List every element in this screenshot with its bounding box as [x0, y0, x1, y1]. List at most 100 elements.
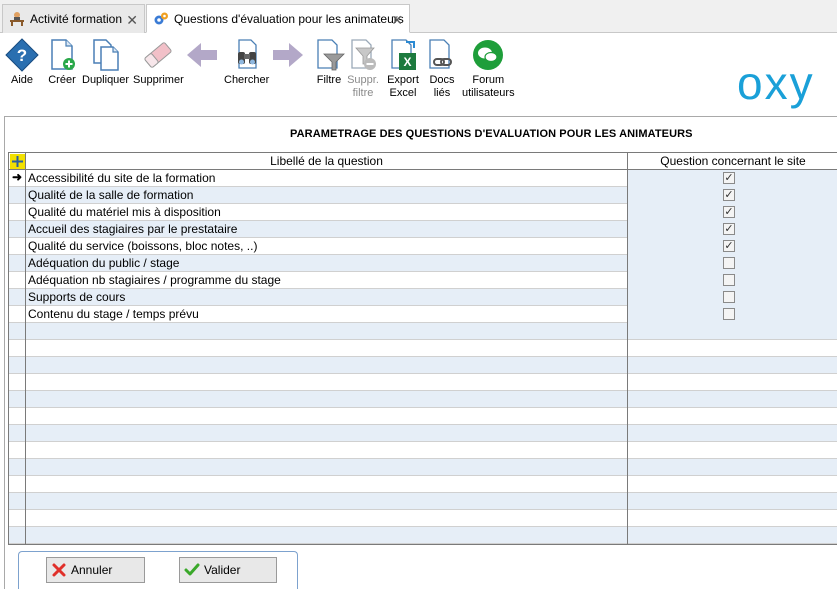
site-checkbox-cell[interactable]: [628, 493, 837, 510]
export-excel-button[interactable]: X Export Excel: [386, 38, 420, 100]
row-indicator[interactable]: [9, 238, 26, 255]
table-row[interactable]: [9, 442, 837, 459]
column-header-libelle[interactable]: Libellé de la question: [26, 153, 628, 170]
row-indicator[interactable]: [9, 221, 26, 238]
table-row[interactable]: [9, 374, 837, 391]
table-row[interactable]: Adéquation nb stagiaires / programme du …: [9, 272, 837, 289]
table-row[interactable]: Qualité du service (boissons, bloc notes…: [9, 238, 837, 255]
question-label-cell[interactable]: [26, 374, 628, 391]
table-row[interactable]: Accueil des stagiaires par le prestatair…: [9, 221, 837, 238]
row-indicator[interactable]: [9, 289, 26, 306]
question-label-cell[interactable]: [26, 476, 628, 493]
site-checkbox-cell[interactable]: [628, 323, 837, 340]
docs-lies-button[interactable]: Docs liés: [425, 38, 459, 100]
table-row[interactable]: [9, 408, 837, 425]
row-indicator[interactable]: [9, 204, 26, 221]
site-checkbox-cell[interactable]: [628, 255, 837, 272]
site-checkbox-cell[interactable]: ✓: [628, 187, 837, 204]
site-checkbox[interactable]: [723, 291, 735, 303]
aide-button[interactable]: ? Aide: [5, 38, 39, 87]
row-indicator[interactable]: [9, 493, 26, 510]
row-indicator[interactable]: [9, 510, 26, 527]
site-checkbox-cell[interactable]: [628, 442, 837, 459]
close-icon[interactable]: ✕: [126, 12, 138, 29]
site-checkbox-cell[interactable]: [628, 340, 837, 357]
site-checkbox[interactable]: ✓: [723, 206, 735, 218]
question-label-cell[interactable]: Accueil des stagiaires par le prestatair…: [26, 221, 628, 238]
suppr-filtre-button[interactable]: Suppr. filtre: [346, 38, 380, 100]
forum-utilisateurs-button[interactable]: Forum utilisateurs: [462, 38, 515, 100]
previous-button[interactable]: [185, 38, 219, 74]
question-label-cell[interactable]: Supports de cours: [26, 289, 628, 306]
question-label-cell[interactable]: Adéquation nb stagiaires / programme du …: [26, 272, 628, 289]
column-header-site[interactable]: Question concernant le site: [628, 153, 837, 170]
dupliquer-button[interactable]: Dupliquer: [82, 38, 129, 87]
site-checkbox-cell[interactable]: [628, 289, 837, 306]
table-row[interactable]: Adéquation du public / stage: [9, 255, 837, 272]
row-indicator[interactable]: [9, 459, 26, 476]
site-checkbox-cell[interactable]: [628, 425, 837, 442]
site-checkbox-cell[interactable]: [628, 510, 837, 527]
annuler-button[interactable]: Annuler: [46, 557, 145, 583]
site-checkbox-cell[interactable]: ✓: [628, 221, 837, 238]
table-row[interactable]: [9, 527, 837, 544]
site-checkbox-cell[interactable]: [628, 476, 837, 493]
question-label-cell[interactable]: [26, 357, 628, 374]
table-row[interactable]: [9, 425, 837, 442]
site-checkbox-cell[interactable]: [628, 357, 837, 374]
table-row[interactable]: [9, 340, 837, 357]
table-row[interactable]: [9, 510, 837, 527]
table-row[interactable]: [9, 391, 837, 408]
question-label-cell[interactable]: Qualité du service (boissons, bloc notes…: [26, 238, 628, 255]
supprimer-button[interactable]: Supprimer: [133, 38, 184, 87]
row-indicator[interactable]: [9, 374, 26, 391]
site-checkbox[interactable]: ✓: [723, 223, 735, 235]
table-row[interactable]: [9, 323, 837, 340]
row-indicator[interactable]: [9, 442, 26, 459]
row-indicator[interactable]: [9, 340, 26, 357]
site-checkbox[interactable]: ✓: [723, 240, 735, 252]
site-checkbox-cell[interactable]: [628, 391, 837, 408]
row-indicator[interactable]: [9, 408, 26, 425]
site-checkbox-cell[interactable]: ✓: [628, 204, 837, 221]
site-checkbox[interactable]: [723, 257, 735, 269]
question-label-cell[interactable]: Qualité du matériel mis à disposition: [26, 204, 628, 221]
question-label-cell[interactable]: [26, 459, 628, 476]
row-indicator[interactable]: [9, 425, 26, 442]
filtre-button[interactable]: Filtre: [312, 38, 346, 87]
row-indicator[interactable]: [9, 255, 26, 272]
creer-button[interactable]: Créer: [45, 38, 79, 87]
question-label-cell[interactable]: [26, 527, 628, 544]
table-row[interactable]: [9, 459, 837, 476]
table-row[interactable]: Qualité du matériel mis à disposition ✓: [9, 204, 837, 221]
table-row[interactable]: [9, 493, 837, 510]
row-indicator[interactable]: [9, 187, 26, 204]
site-checkbox-cell[interactable]: [628, 459, 837, 476]
site-checkbox-cell[interactable]: [628, 306, 837, 323]
row-indicator[interactable]: [9, 527, 26, 544]
site-checkbox-cell[interactable]: [628, 272, 837, 289]
question-label-cell[interactable]: Qualité de la salle de formation: [26, 187, 628, 204]
valider-button[interactable]: Valider: [179, 557, 277, 583]
question-label-cell[interactable]: [26, 408, 628, 425]
table-row[interactable]: [9, 357, 837, 374]
row-indicator[interactable]: [9, 391, 26, 408]
row-indicator[interactable]: [9, 476, 26, 493]
close-icon[interactable]: ✕: [391, 12, 403, 29]
site-checkbox[interactable]: [723, 274, 735, 286]
table-row[interactable]: Supports de cours: [9, 289, 837, 306]
next-button[interactable]: [271, 38, 305, 74]
site-checkbox-cell[interactable]: ✓: [628, 170, 837, 187]
site-checkbox-cell[interactable]: ✓: [628, 238, 837, 255]
tab-questions-evaluation[interactable]: Questions d'évaluation pour les animateu…: [146, 4, 410, 33]
site-checkbox-cell[interactable]: [628, 374, 837, 391]
table-row[interactable]: Qualité de la salle de formation ✓: [9, 187, 837, 204]
question-label-cell[interactable]: Contenu du stage / temps prévu: [26, 306, 628, 323]
site-checkbox-cell[interactable]: [628, 408, 837, 425]
chercher-button[interactable]: Chercher: [224, 38, 269, 87]
table-row[interactable]: Contenu du stage / temps prévu: [9, 306, 837, 323]
question-label-cell[interactable]: [26, 425, 628, 442]
row-indicator[interactable]: [9, 272, 26, 289]
question-label-cell[interactable]: [26, 323, 628, 340]
row-indicator[interactable]: ➜: [9, 170, 26, 187]
